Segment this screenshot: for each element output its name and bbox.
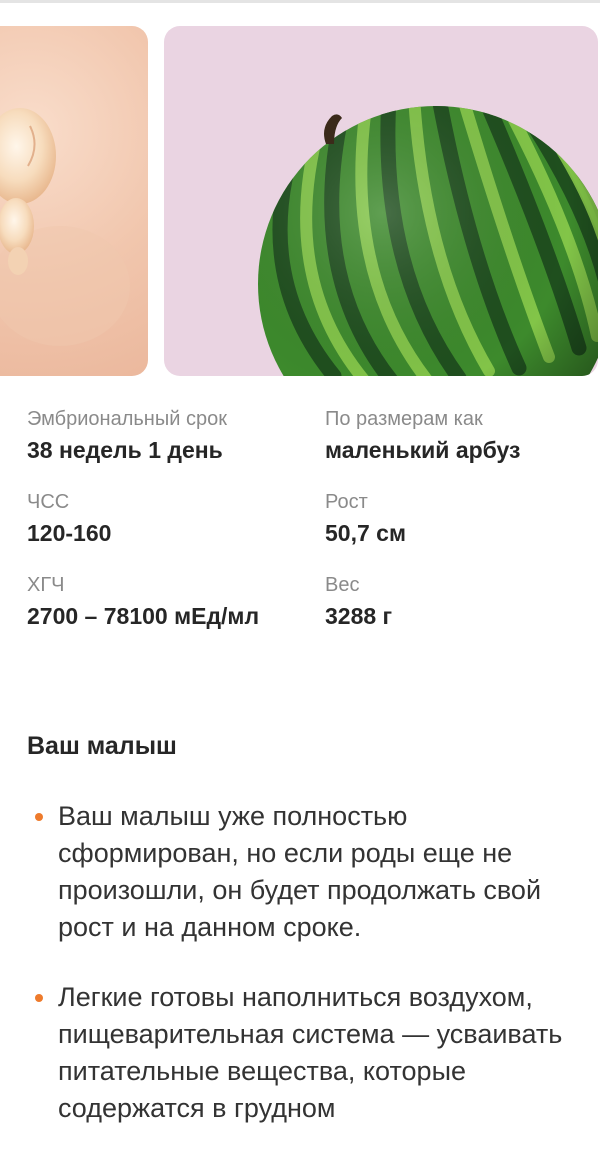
stat-height: Рост 50,7 см: [325, 488, 600, 550]
stat-hcg-value: 2700 – 78100 мЕд/мл: [27, 603, 260, 629]
bullet-dot-icon: [35, 813, 43, 821]
stat-height-value: 50,7 см: [325, 520, 406, 546]
stat-weight-label: Вес: [325, 574, 360, 596]
stat-term-value: 38 недель 1 день: [27, 437, 223, 463]
stat-heart-rate: ЧСС 120-160: [27, 488, 307, 550]
baby-facts-list: Ваш малыш уже полностью сформирован, но …: [27, 798, 587, 1160]
section-title: Ваш малыш: [27, 732, 177, 760]
top-divider: [0, 0, 600, 3]
bullet-dot-icon: [35, 994, 43, 1002]
stat-term: Эмбриональный срок 38 недель 1 день: [27, 405, 307, 467]
list-item-text: Ваш малыш уже полностью сформирован, но …: [58, 801, 542, 942]
stat-term-label: Эмбриональный срок: [27, 408, 227, 430]
fruit-image-card[interactable]: [164, 26, 598, 376]
embryo-illustration: [0, 108, 130, 346]
stat-heart-rate-label: ЧСС: [27, 491, 70, 513]
stat-weight: Вес 3288 г: [325, 571, 600, 633]
stat-weight-value: 3288 г: [325, 603, 393, 629]
watermelon-photo: [258, 106, 598, 376]
list-item: Ваш малыш уже полностью сформирован, но …: [27, 798, 587, 946]
stat-size: По размерам как маленький арбуз: [325, 405, 600, 467]
image-carousel[interactable]: [0, 26, 600, 376]
stat-size-value: маленький арбуз: [325, 437, 521, 463]
stat-hcg-label: ХГЧ: [27, 574, 65, 596]
stat-heart-rate-value: 120-160: [27, 520, 112, 546]
list-item-text: Легкие готовы наполниться воздухом, пище…: [58, 982, 563, 1123]
embryo-image-card[interactable]: [0, 26, 148, 376]
stat-hcg: ХГЧ 2700 – 78100 мЕд/мл: [27, 571, 267, 633]
stat-size-label: По размерам как: [325, 408, 483, 430]
stat-height-label: Рост: [325, 491, 368, 513]
list-item: Легкие готовы наполниться воздухом, пище…: [27, 979, 587, 1127]
